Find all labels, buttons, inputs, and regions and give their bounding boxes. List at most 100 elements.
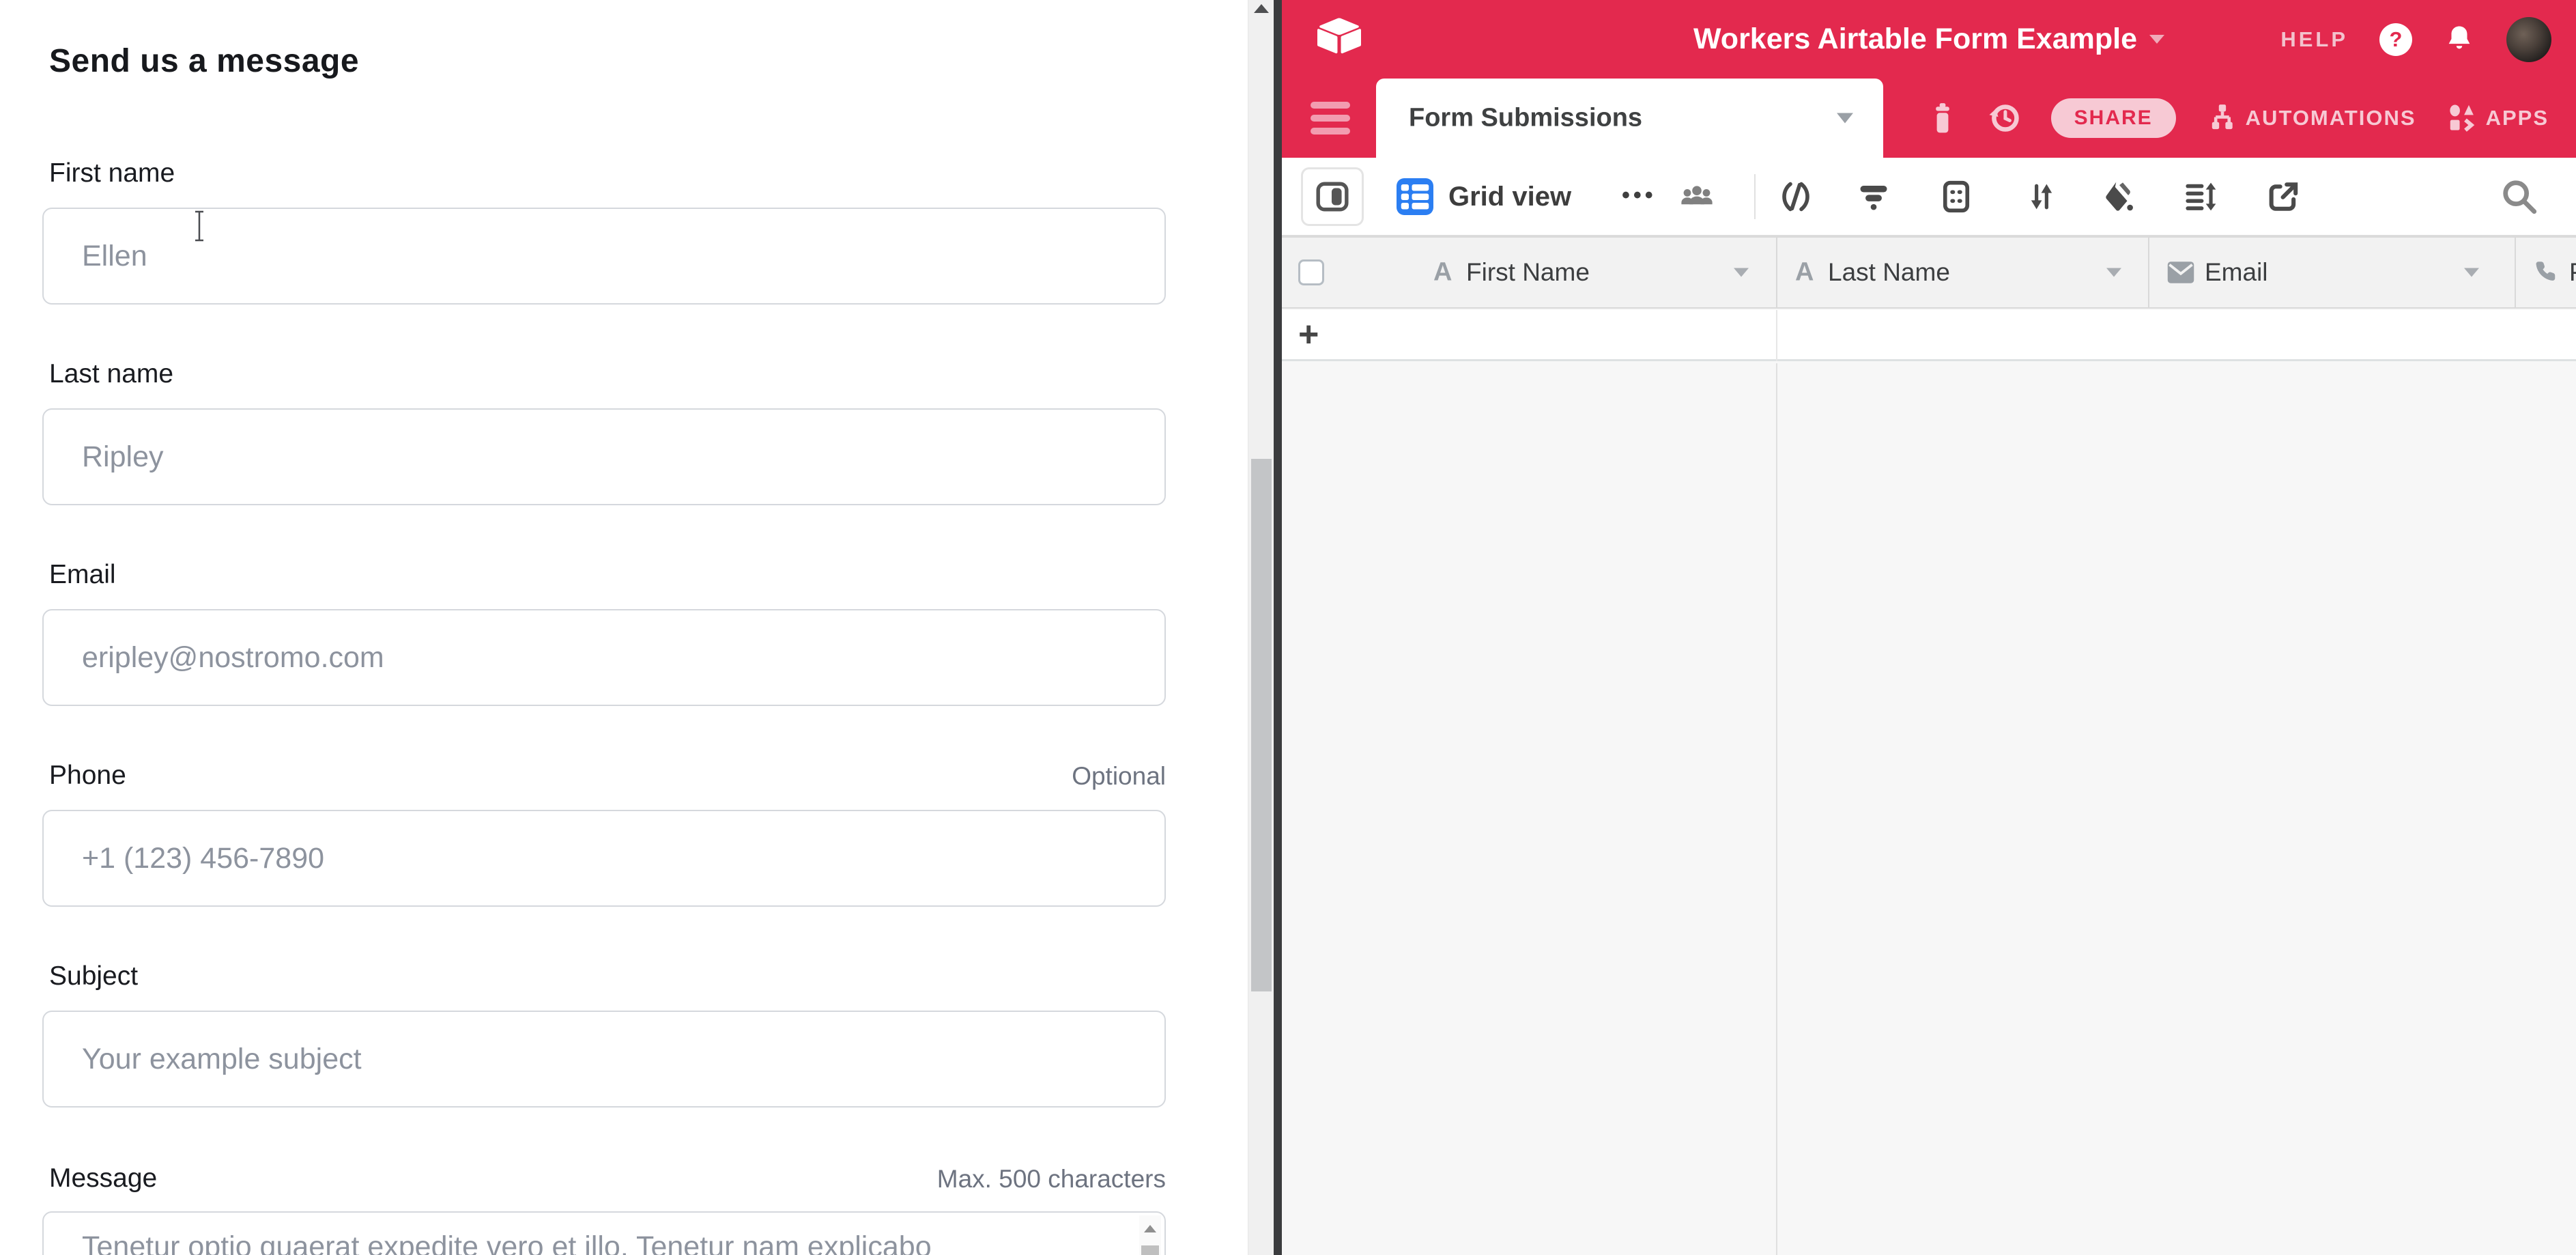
automations-button[interactable]: AUTOMATIONS [2206,102,2416,135]
last-name-label: Last name [49,359,173,389]
phone-placeholder: +1 (123) 456-7890 [82,842,324,875]
field-message: Message Max. 500 characters Tenetur opti… [42,1164,1166,1255]
tab-form-submissions[interactable]: Form Submissions [1376,79,1883,158]
email-label: Email [49,560,116,590]
textarea-scrollbar[interactable] [1139,1215,1161,1255]
hamburger-menu-icon[interactable] [1311,102,1350,135]
chevron-down-icon [2149,35,2164,44]
last-name-input[interactable]: Ripley [42,408,1166,505]
base-title-menu[interactable]: Workers Airtable Form Example [1693,0,2164,79]
tabbar-actions: SHARE AUTOMATIONS [1928,79,2549,158]
scroll-up-icon[interactable] [1144,1225,1156,1232]
email-field-type-icon [2166,260,2195,285]
automations-icon [2206,102,2237,135]
contact-form-window: Send us a message First name Ellen Last … [0,0,1248,1255]
message-label: Message [49,1164,157,1194]
subject-label: Subject [49,961,138,991]
grid-body [1282,363,2576,1255]
view-sidebar-toggle-button[interactable] [1301,167,1364,226]
select-all-checkbox[interactable] [1298,259,1324,285]
airtable-window: Workers Airtable Form Example HELP ? For… [1282,0,2576,1255]
column-divider [1776,310,1777,361]
automations-label: AUTOMATIONS [2246,106,2416,130]
subject-placeholder: Your example subject [82,1043,362,1076]
field-first-name: First name Ellen [42,158,1166,309]
chevron-down-icon[interactable] [2464,268,2479,277]
field-subject: Subject Your example subject [42,961,1166,1112]
help-question-icon[interactable]: ? [2379,23,2412,56]
view-more-button[interactable]: ••• [1622,158,1657,236]
filter-button[interactable] [1856,179,1891,214]
window-divider [1274,0,1282,1255]
chevron-down-icon[interactable] [1837,113,1853,124]
sidebar-toggle-icon [1315,181,1349,212]
message-maxchars-hint: Max. 500 characters [937,1165,1166,1194]
scroll-up-icon[interactable] [1254,4,1269,13]
column-divider [1776,363,1777,1255]
phone-label: Phone [49,761,126,791]
phone-input[interactable]: +1 (123) 456-7890 [42,810,1166,907]
column-header-phone[interactable]: Phone [2569,258,2576,287]
text-field-type-icon: A [1433,258,1452,287]
view-name-label[interactable]: Grid view [1448,158,1571,236]
chevron-down-icon[interactable] [2106,268,2121,277]
table-tab-bar: Form Submissions [1282,79,2576,158]
window-scrollbar-thumb[interactable] [1251,459,1272,991]
apps-label: APPS [2486,106,2549,130]
last-name-placeholder: Ripley [82,440,164,474]
first-name-label: First name [49,158,175,188]
add-record-button[interactable]: + [1298,317,1319,352]
column-divider[interactable] [2148,238,2149,307]
topbar-actions: HELP ? [2280,0,2551,79]
chevron-down-icon[interactable] [1734,268,1749,277]
hide-fields-button[interactable] [1778,179,1814,214]
field-phone: Phone Optional +1 (123) 456-7890 [42,761,1166,911]
add-row[interactable]: + [1282,310,2576,361]
email-placeholder: eripley@nostromo.com [82,641,384,675]
column-header-last-name[interactable]: Last Name [1828,258,1950,287]
view-toolbar: Grid view ••• [1282,158,2576,236]
column-divider[interactable] [2515,238,2516,307]
group-button[interactable] [1938,179,1974,214]
phone-field-type-icon [2532,258,2561,287]
share-view-button[interactable] [2265,179,2301,214]
field-email: Email eripley@nostromo.com [42,560,1166,710]
field-last-name: Last name Ripley [42,359,1166,509]
window-scrollbar[interactable] [1248,0,1274,1255]
notifications-bell-icon[interactable] [2444,23,2475,56]
textarea-scrollbar-thumb[interactable] [1141,1245,1159,1255]
collaborators-icon[interactable] [1678,180,1716,214]
column-header-first-name[interactable]: First Name [1466,258,1590,287]
base-title: Workers Airtable Form Example [1693,23,2137,56]
help-button[interactable]: HELP [2280,27,2348,52]
grid-view-icon[interactable] [1397,178,1433,215]
column-header-email[interactable]: Email [2205,258,2268,287]
message-placeholder: Tenetur optio quaerat expedite vero et i… [82,1230,932,1255]
column-divider[interactable] [1776,238,1777,307]
search-icon[interactable] [2500,177,2539,216]
subject-input[interactable]: Your example subject [42,1011,1166,1108]
table-tab-label: Form Submissions [1409,104,1642,133]
history-icon[interactable] [1987,100,2021,136]
color-button[interactable] [2100,179,2135,214]
avatar[interactable] [2506,17,2551,62]
page-title: Send us a message [49,42,359,80]
apps-icon [2446,102,2478,135]
airtable-topbar: Workers Airtable Form Example HELP ? [1282,0,2576,79]
trash-icon[interactable] [1928,101,1957,135]
phone-optional-hint: Optional [1072,762,1166,791]
toolbar-divider [1754,174,1756,219]
row-height-button[interactable] [2182,179,2218,214]
email-input[interactable]: eripley@nostromo.com [42,609,1166,706]
share-button[interactable]: SHARE [2051,98,2176,138]
first-name-input[interactable]: Ellen [42,208,1166,305]
apps-button[interactable]: APPS [2446,102,2549,135]
first-name-placeholder: Ellen [82,240,147,273]
grid-header-row: A First Name A Last Name Email [1282,236,2576,309]
sort-button[interactable] [2024,179,2059,214]
screen: Send us a message First name Ellen Last … [0,0,2576,1255]
message-textarea[interactable]: Tenetur optio quaerat expedite vero et i… [42,1211,1166,1255]
text-cursor-icon [194,210,205,242]
airtable-logo-icon[interactable] [1317,18,1361,56]
text-field-type-icon: A [1795,258,1814,287]
